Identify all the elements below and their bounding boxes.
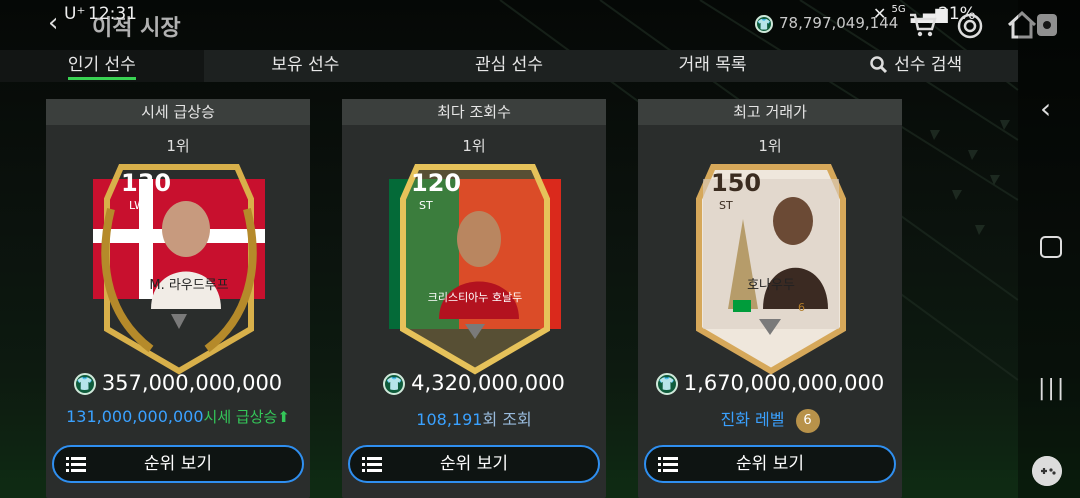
tab-label: 거래 목록: [678, 55, 747, 75]
tab-label: 보유 선수: [271, 55, 340, 75]
tab-owned-players[interactable]: 보유 선수: [204, 50, 408, 82]
view-ranking-button[interactable]: 순위 보기: [348, 445, 600, 483]
player-name: M. 라우드루프: [149, 278, 228, 293]
carrier-label: U⁺: [64, 4, 86, 24]
player-level: 6: [798, 301, 805, 314]
view-label: 회 조회: [482, 410, 532, 429]
tab-label: 선수 검색: [894, 55, 963, 75]
network-type: 5G: [891, 4, 906, 15]
card-price: 👕 357,000,000,000: [46, 371, 310, 395]
card-heading: 시세 급상승: [46, 99, 310, 125]
tab-watchlist[interactable]: 관심 선수: [407, 50, 611, 82]
tab-player-search[interactable]: 선수 검색: [814, 50, 1018, 82]
button-label: 순위 보기: [440, 454, 508, 474]
button-label: 순위 보기: [736, 454, 804, 474]
nav-recents-icon[interactable]: |||: [1038, 376, 1066, 401]
evolution-level-badge: 6: [795, 408, 820, 433]
card-sub-info: 131,000,000,000시세 급상승⬆: [46, 406, 310, 427]
player-card-image[interactable]: 150 ST 호나우두 6: [683, 159, 859, 379]
view-ranking-button[interactable]: 순위 보기: [52, 445, 304, 483]
card-heading: 최다 조회수: [342, 99, 606, 125]
status-clock: 12:31: [88, 4, 137, 24]
card-rank: 1위: [462, 137, 486, 155]
price-value: 4,320,000,000: [411, 371, 565, 395]
coin-icon: 👕: [755, 14, 773, 33]
button-label: 순위 보기: [144, 454, 212, 474]
top-bar: ‹ 이적 시장 U⁺ 12:31 👕 78,797,049,144 ✕ 5G ▂▄…: [0, 0, 1080, 50]
player-ovr: 150: [711, 169, 761, 197]
card-rank: 1위: [758, 137, 782, 155]
player-position: ST: [719, 199, 733, 212]
view-ranking-button[interactable]: 순위 보기: [644, 445, 896, 483]
player-ovr: 130: [121, 169, 171, 197]
player-ovr: 120: [411, 169, 461, 197]
back-arrow-icon[interactable]: ‹: [48, 8, 58, 38]
view-count: 108,191: [416, 410, 483, 429]
card-highest-price[interactable]: 최고 거래가 1위 150 ST 호나우두 6 👕 1,670,000,000,0…: [638, 99, 902, 498]
card-most-viewed[interactable]: 최다 조회수 1위 120 ST 크리스티아누 호날두 👕 4,320,000,0…: [342, 99, 606, 498]
player-card-image[interactable]: 130 LW M. 라우드루프: [91, 159, 267, 379]
player-card-image[interactable]: 120 ST 크리스티아누 호날두: [387, 159, 563, 379]
coin-icon: 👕: [655, 373, 678, 395]
tab-trade-list[interactable]: 거래 목록: [611, 50, 815, 82]
card-price-surge[interactable]: 시세 급상승 1위 130 LW M. 라우드루프 👕 357,000,000,0…: [46, 99, 310, 498]
player-position: ST: [419, 199, 433, 212]
tab-label: 인기 선수: [67, 55, 136, 75]
evolution-level-label: 진화 레벨: [720, 410, 785, 429]
nav-back-icon[interactable]: ‹: [1040, 92, 1051, 125]
list-icon: [362, 457, 382, 472]
mute-icon: ✕: [873, 4, 887, 23]
player-name: 호나우두: [747, 278, 795, 293]
card-sub-info: 진화 레벨 6: [638, 406, 902, 433]
price-value: 357,000,000,000: [101, 371, 283, 395]
tab-popular-players[interactable]: 인기 선수: [0, 50, 204, 82]
card-price: 👕 4,320,000,000: [342, 371, 606, 395]
card-heading: 최고 거래가: [638, 99, 902, 125]
surge-label: 시세 급상승: [203, 408, 278, 426]
coin-icon: 👕: [73, 373, 96, 395]
nav-home-icon[interactable]: [1040, 236, 1062, 258]
game-booster-icon[interactable]: [1032, 456, 1062, 486]
player-name: 크리스티아누 호날두: [428, 291, 523, 304]
surge-amount: 131,000,000,000: [66, 407, 204, 426]
tab-label: 관심 선수: [475, 55, 543, 75]
player-position: LW: [129, 199, 145, 212]
search-icon: [870, 56, 888, 74]
target-icon[interactable]: [956, 12, 984, 40]
market-tabs: 인기 선수 보유 선수 관심 선수 거래 목록 선수 검색: [0, 50, 1018, 82]
list-icon: [66, 457, 86, 472]
card-sub-info: 108,191회 조회: [342, 406, 606, 430]
coin-icon: 👕: [383, 373, 406, 395]
price-value: 1,670,000,000,000: [683, 371, 885, 395]
arrow-up-icon: ⬆: [277, 408, 290, 426]
card-price: 👕 1,670,000,000,000: [638, 371, 902, 395]
card-rank: 1위: [166, 137, 190, 155]
list-icon: [658, 457, 678, 472]
cart-icon[interactable]: [908, 12, 938, 38]
